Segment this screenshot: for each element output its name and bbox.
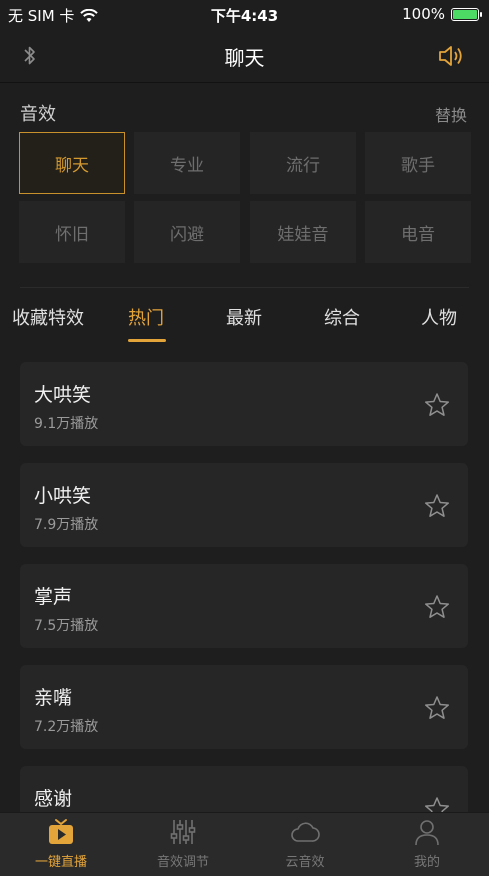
tab-bar-profile[interactable]: 我的 (366, 813, 488, 876)
effect-label: 电音 (401, 224, 435, 245)
effect-label: 闪避 (170, 224, 204, 245)
tab-bar-label: 音效调节 (156, 855, 209, 870)
effects-title: 音效 (20, 104, 56, 125)
status-right: 100% (402, 5, 482, 23)
battery-icon (451, 7, 482, 21)
equalizer-icon (170, 820, 196, 844)
effect-preset-baby-voice[interactable]: 娃娃音 (250, 201, 356, 263)
list-item[interactable]: 亲嘴 7.2万播放 (20, 665, 468, 749)
nav-bar: 聊天 (0, 28, 489, 83)
tab-bar-cloud[interactable]: 云音效 (244, 813, 366, 876)
effect-preset-singer[interactable]: 歌手 (365, 132, 471, 194)
star-icon[interactable] (424, 594, 450, 620)
page-title: 聊天 (224, 46, 265, 70)
live-play-icon (49, 819, 73, 844)
tab-hot[interactable]: 热门 (128, 304, 164, 330)
speaker-icon[interactable] (437, 42, 467, 70)
play-count: 9.1万播放 (34, 416, 99, 432)
effect-label: 娃娃音 (277, 224, 329, 245)
effect-preset-chat[interactable]: 聊天 (19, 132, 125, 194)
effect-label: 流行 (286, 155, 320, 176)
effect-label: 聊天 (55, 155, 89, 176)
play-count: 7.9万播放 (34, 517, 99, 533)
tab-latest[interactable]: 最新 (226, 304, 262, 330)
effect-preset-electronic[interactable]: 电音 (365, 201, 471, 263)
battery-fill (453, 9, 477, 19)
battery-percent: 100% (402, 5, 445, 23)
tab-bar-eq[interactable]: 音效调节 (122, 813, 244, 876)
tab-favorites[interactable]: 收藏特效 (12, 304, 84, 330)
tab-bar-live[interactable]: 一键直播 (0, 813, 122, 876)
sound-title: 感谢 (34, 788, 73, 810)
tab-bar-label: 我的 (413, 855, 440, 870)
list-item[interactable]: 掌声 7.5万播放 (20, 564, 468, 648)
bottom-tab-bar: 一键直播 音效调节 云音效 我的 (0, 812, 489, 876)
effect-preset-dodge[interactable]: 闪避 (134, 201, 240, 263)
status-bar: 无 SIM 卡 下午4:43 100% (0, 0, 489, 28)
tab-characters[interactable]: 人物 (421, 304, 457, 330)
effect-label: 怀旧 (55, 224, 89, 245)
play-count: 7.2万播放 (34, 719, 99, 735)
effect-preset-pop[interactable]: 流行 (250, 132, 356, 194)
sound-title: 小哄笑 (34, 485, 92, 507)
user-icon (415, 820, 439, 846)
tab-general[interactable]: 综合 (324, 304, 360, 330)
tab-bar-label: 云音效 (285, 855, 325, 870)
effect-label: 专业 (170, 155, 204, 176)
tab-bar-label: 一键直播 (34, 855, 87, 870)
star-icon[interactable] (424, 493, 450, 519)
play-count: 7.5万播放 (34, 618, 99, 634)
sound-title: 掌声 (34, 586, 73, 608)
section-divider (20, 287, 469, 288)
effects-header: 音效 替换 (20, 100, 467, 126)
list-item[interactable]: 大哄笑 9.1万播放 (20, 362, 468, 446)
category-tabs: 收藏特效 热门 最新 综合 人物 (0, 304, 489, 344)
effect-preset-pro[interactable]: 专业 (134, 132, 240, 194)
active-tab-indicator (128, 339, 166, 342)
effect-label: 歌手 (401, 155, 435, 176)
effect-preset-nostalgia[interactable]: 怀旧 (19, 201, 125, 263)
sound-title: 亲嘴 (34, 687, 73, 709)
sound-title: 大哄笑 (34, 384, 92, 406)
list-item[interactable]: 小哄笑 7.9万播放 (20, 463, 468, 547)
cloud-icon (291, 822, 320, 842)
replace-button[interactable]: 替换 (435, 102, 467, 126)
star-icon[interactable] (424, 392, 450, 418)
star-icon[interactable] (424, 695, 450, 721)
